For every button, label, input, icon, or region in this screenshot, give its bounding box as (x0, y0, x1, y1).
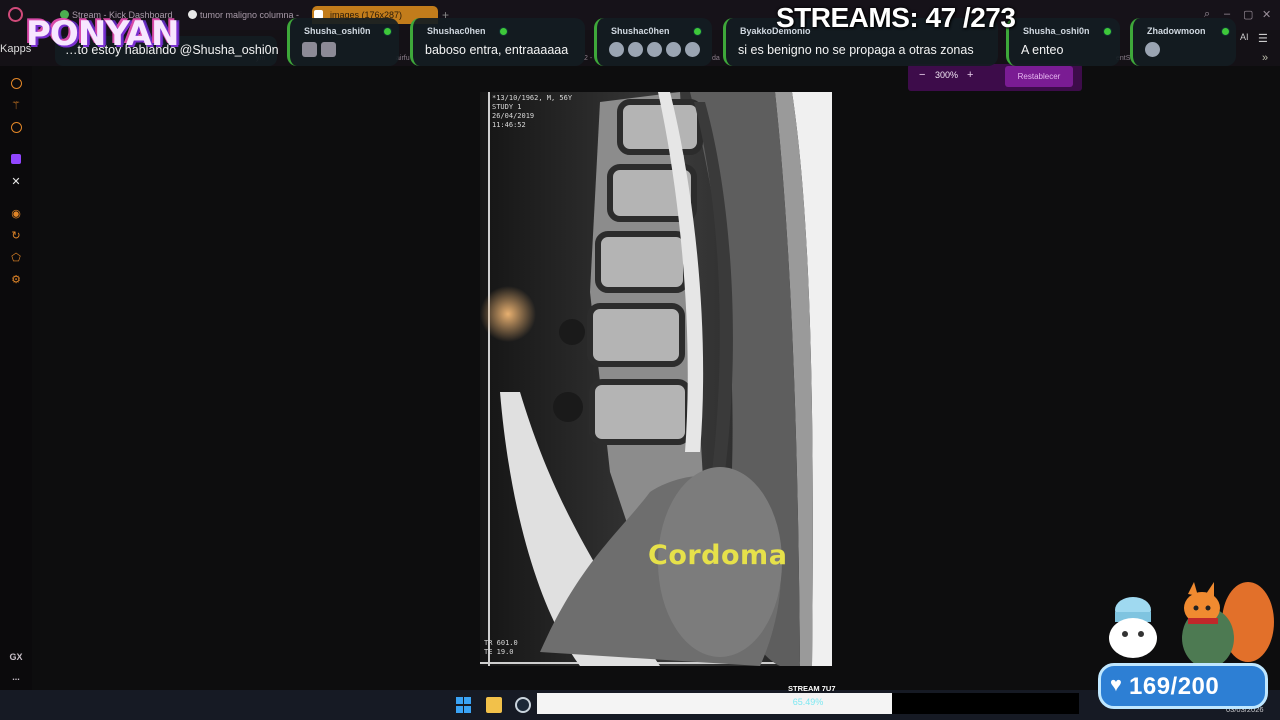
extensions-icon[interactable]: ⬠ (9, 250, 23, 264)
emote-icon (1145, 42, 1160, 58)
cordoma-label: Cordoma (648, 540, 788, 571)
zoom-out-button[interactable]: − (919, 69, 925, 81)
tab-label: tumor maligno columna - (200, 10, 300, 20)
bookmark-item[interactable]: da (712, 55, 720, 62)
emote-icon (609, 42, 624, 58)
gx-label: GX (9, 652, 23, 662)
mri-image: *13/10/1962, M, 56Y STUDY 1 26/04/2019 1… (480, 92, 832, 666)
close-icon[interactable]: ✕ (1262, 8, 1271, 21)
chat-bubble: Zhadowmoon (1130, 18, 1236, 66)
browser-sidebar: ⚚ ✕ ◉ ↻ ⬠ ⚙ GX ... (0, 66, 32, 690)
menu-icon[interactable]: ☰ (1258, 32, 1268, 45)
emote-icon (321, 42, 336, 58)
settings-icon[interactable]: ⚙ (9, 272, 23, 286)
stream-progress-bar: 65.49% (537, 693, 1079, 714)
chat-username: Shusha_oshi0n (304, 26, 371, 36)
chat-emotes (302, 42, 340, 58)
chat-emotes (1145, 42, 1164, 58)
ghost-mascot-icon (1109, 597, 1157, 658)
chat-username: Shushac0hen (611, 26, 670, 36)
zoom-controls: − 300% + Restablecer (908, 64, 1082, 91)
google-favicon-icon (188, 10, 197, 19)
emote-icon (666, 42, 681, 58)
chat-bubble: Shusha_oshi0n A enteo (1006, 18, 1120, 66)
verified-badge-icon (693, 27, 702, 36)
emote-icon (302, 42, 317, 58)
steam-icon[interactable] (515, 697, 531, 713)
subscriber-goal-widget: ♥ 169/200 (1098, 663, 1268, 709)
goal-count: 169/200 (1129, 673, 1220, 700)
ponyan-logo: PONYAN (26, 14, 179, 54)
heart-icon: ♥ (1110, 674, 1122, 696)
chat-bubble: Shushac0hen (594, 18, 712, 66)
stream-progress-label: STREAM 7U7 (788, 684, 836, 693)
zoom-in-button[interactable]: + (967, 69, 973, 81)
messenger-icon[interactable] (9, 120, 23, 134)
more-options-icon[interactable]: ... (9, 670, 23, 684)
player-icon[interactable]: ◉ (9, 206, 23, 220)
chat-username: Zhadowmoon (1147, 26, 1206, 36)
screen: Stream - Kick Dashboard tumor maligno co… (0, 0, 1280, 720)
emote-icon (628, 42, 643, 58)
chat-message: si es benigno no se propaga a otras zona… (738, 43, 974, 57)
chat-username: Shushac0hen (427, 26, 486, 36)
gx-corner-icon[interactable]: ⚚ (9, 98, 23, 112)
chat-username: Shusha_oshi0n (1023, 26, 1090, 36)
spine-mri-graphic (480, 92, 832, 666)
emote-icon (685, 42, 700, 58)
gx-control-icon[interactable] (9, 76, 23, 90)
opera-gx-menu-icon[interactable] (8, 7, 23, 22)
bookmark-item[interactable]: 2 - (584, 55, 592, 62)
chat-emotes (609, 42, 704, 58)
chat-message: A enteo (1021, 43, 1064, 57)
mri-footer-text: TR 601.0 TE 19.0 (484, 639, 518, 656)
x-twitter-icon[interactable]: ✕ (9, 174, 23, 188)
history-icon[interactable]: ↻ (9, 228, 23, 242)
squirrel-mascot-icon (1182, 582, 1274, 668)
tab-tumor-search[interactable]: tumor maligno columna - (186, 6, 304, 24)
chat-bubble: Shusha_oshi0n (287, 18, 399, 66)
verified-badge-icon (499, 27, 508, 36)
progress-text: 65.49% (792, 697, 824, 707)
mri-header-text: *13/10/1962, M, 56Y STUDY 1 26/04/2019 1… (492, 94, 573, 129)
chat-bubble: Shushac0hen baboso entra, entraaaaaa (410, 18, 585, 66)
chat-message: baboso entra, entraaaaaa (425, 43, 569, 57)
maximize-icon[interactable]: ▢ (1243, 8, 1253, 21)
chevron-right-icon[interactable]: » (1262, 52, 1268, 64)
verified-badge-icon (1103, 27, 1112, 36)
verified-badge-icon (1221, 27, 1230, 36)
twitch-icon[interactable] (9, 152, 23, 166)
streams-counter: STREAMS: 47 /273 (776, 2, 1016, 33)
zoom-level: 300% (935, 70, 959, 80)
verified-badge-icon (383, 27, 392, 36)
file-explorer-icon[interactable] (486, 697, 502, 713)
windows-start-icon[interactable] (456, 697, 472, 713)
ai-button[interactable]: AI (1240, 32, 1249, 42)
emote-icon (647, 42, 662, 58)
reset-zoom-button[interactable]: Restablecer (1005, 66, 1073, 87)
